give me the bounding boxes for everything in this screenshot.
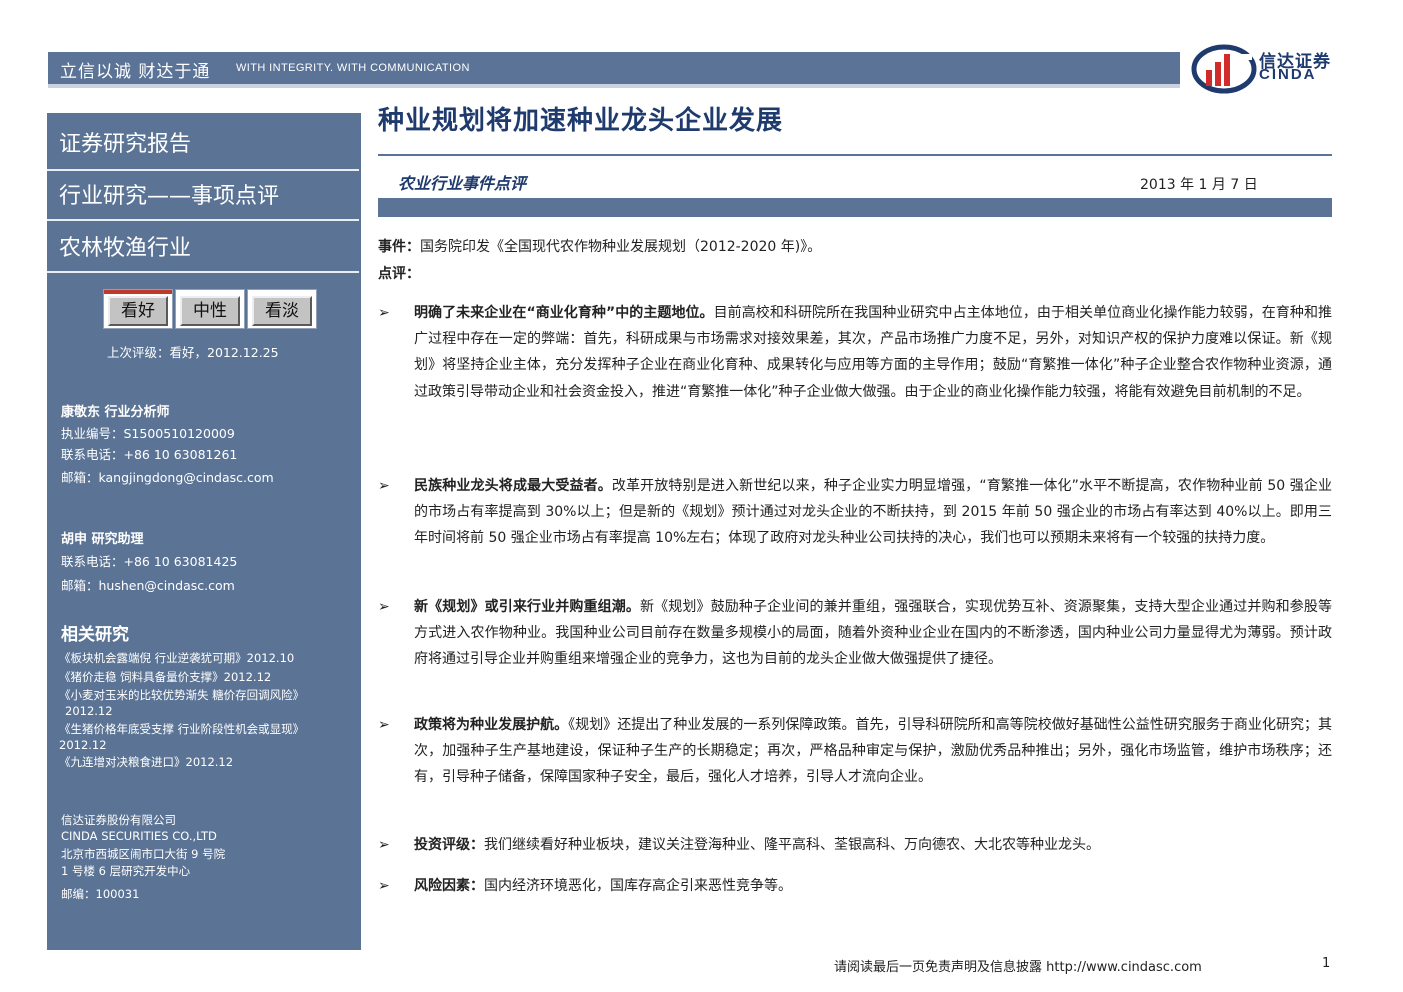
sidebar-divider bbox=[47, 271, 359, 273]
company-name-en: CINDA SECURITIES CO.,LTD bbox=[61, 829, 217, 843]
footer-disclaimer-link[interactable]: 请阅读最后一页免责声明及信息披露 http://www.cindasc.com bbox=[834, 956, 1202, 975]
rating-neutral: 中性 bbox=[175, 289, 245, 329]
top-banner bbox=[48, 52, 1180, 84]
report-date: 2013 年 1 月 7 日 bbox=[1140, 177, 1258, 193]
company-postcode: 邮编：100031 bbox=[61, 887, 140, 901]
related-research-title: 相关研究 bbox=[61, 625, 129, 645]
sidebar-heading-industry: 农林牧渔行业 bbox=[59, 236, 192, 261]
subtitle-rule bbox=[378, 198, 1332, 217]
rating-label: 看淡 bbox=[252, 296, 312, 326]
sidebar: 证券研究报告 行业研究——事项点评 农林牧渔行业 看好 中性 看淡 上次评级：看… bbox=[47, 113, 361, 950]
event-text: 国务院印发《全国现代农作物种业发展规划（2012-2020 年)》。 bbox=[420, 239, 822, 255]
bullet-text: 明确了未来企业在“商业化育种”中的主题地位。目前高校和科研院所在我国种业研究中占… bbox=[414, 300, 1332, 405]
rating-negative: 看淡 bbox=[247, 289, 317, 329]
company-name-cn: 信达证券股份有限公司 bbox=[61, 813, 176, 827]
slogan-cn: 立信以诚 财达于通 bbox=[60, 62, 211, 82]
banner-shadow bbox=[48, 84, 1180, 88]
logo-name-en: CINDA bbox=[1259, 66, 1317, 83]
analyst2-phone: 联系电话：+86 10 63081425 bbox=[61, 554, 238, 569]
sidebar-heading-report: 证券研究报告 bbox=[59, 132, 192, 157]
report-title: 种业规划将加速种业龙头企业发展 bbox=[378, 106, 784, 136]
bullet-lead: 政策将为种业发展护航。 bbox=[414, 717, 569, 733]
analyst2-name: 胡申 研究助理 bbox=[61, 532, 144, 547]
bullet-lead: 新《规划》或引来行业并购重组潮。 bbox=[414, 599, 640, 615]
bullet-lead: 明确了未来企业在“商业化育种”中的主题地位。 bbox=[414, 305, 714, 321]
sidebar-divider bbox=[47, 219, 359, 221]
bullet-lead: 民族种业龙头将成最大受益者。 bbox=[414, 478, 612, 494]
bullet-lead: 投资评级： bbox=[414, 837, 484, 853]
rating-label: 看好 bbox=[108, 296, 168, 326]
rating-selector: 看好 中性 看淡 bbox=[103, 289, 317, 333]
last-rating: 上次评级：看好，2012.12.25 bbox=[107, 345, 279, 360]
related-item-date: 2012.12 bbox=[65, 704, 113, 718]
bullet-arrow-icon: ➢ bbox=[378, 305, 390, 321]
related-item[interactable]: 《九连增对决粮食进口》2012.12 bbox=[59, 754, 233, 770]
analyst2-email[interactable]: 邮箱：hushen@cindasc.com bbox=[61, 575, 235, 594]
report-subtitle: 农业行业事件点评 bbox=[398, 174, 527, 193]
related-item[interactable]: 《板块机会露端倪 行业逆袭犹可期》2012.10 bbox=[59, 650, 294, 666]
bullet-text: 风险因素：国内经济环境恶化，国库存高企引来恶性竞争等。 bbox=[414, 873, 1332, 899]
bullet-text: 投资评级：我们继续看好种业板块，建议关注登海种业、隆平高科、荃银高科、万向德农、… bbox=[414, 832, 1332, 858]
bullet-text: 新《规划》或引来行业并购重组潮。新《规划》鼓励种子企业间的兼并重组，强强联合，实… bbox=[414, 594, 1332, 673]
sidebar-divider bbox=[47, 169, 359, 171]
related-item[interactable]: 《生猪价格年底受支撑 行业阶段性机会或显现》 bbox=[59, 721, 304, 737]
bullet-body: 国内经济环境恶化，国库存高企引来恶性竞争等。 bbox=[484, 878, 792, 894]
analyst1-name: 康敬东 行业分析师 bbox=[61, 405, 170, 420]
bullet-arrow-icon: ➢ bbox=[378, 837, 390, 853]
review-label: 点评： bbox=[378, 266, 420, 282]
selected-rating-marker bbox=[104, 290, 172, 294]
bullet-arrow-icon: ➢ bbox=[378, 478, 390, 494]
sidebar-heading-type: 行业研究——事项点评 bbox=[59, 184, 280, 209]
bullet-body: 我们继续看好种业板块，建议关注登海种业、隆平高科、荃银高科、万向德农、大北农等种… bbox=[484, 837, 1100, 853]
related-item[interactable]: 《猪价走稳 饲料具备量价支撑》2012.12 bbox=[59, 669, 271, 685]
bullet-arrow-icon: ➢ bbox=[378, 878, 390, 894]
analyst1-phone: 联系电话：+86 10 63081261 bbox=[61, 447, 238, 462]
title-rule bbox=[378, 154, 1332, 156]
rating-positive: 看好 bbox=[103, 289, 173, 329]
slogan-en: WITH INTEGRITY. WITH COMMUNICATION bbox=[236, 62, 470, 74]
bullet-lead: 风险因素： bbox=[414, 878, 484, 894]
bullet-text: 政策将为种业发展护航。《规划》还提出了种业发展的一系列保障政策。首先，引导科研院… bbox=[414, 712, 1332, 791]
event-label: 事件： bbox=[378, 239, 420, 255]
analyst1-license: 执业编号：S1500510120009 bbox=[61, 426, 235, 441]
analyst1-email[interactable]: 邮箱：kangjingdong@cindasc.com bbox=[61, 467, 274, 486]
page-number: 1 bbox=[1322, 956, 1331, 971]
related-item[interactable]: 《小麦对玉米的比较优势渐失 糖价存回调风险》 bbox=[59, 687, 304, 703]
company-address: 北京市西城区闹市口大街 9 号院 bbox=[61, 847, 226, 861]
bullet-text: 民族种业龙头将成最大受益者。改革开放特别是进入新世纪以来，种子企业实力明显增强，… bbox=[414, 473, 1332, 552]
company-address-floor: 1 号楼 6 层研究开发中心 bbox=[61, 864, 191, 878]
bullet-arrow-icon: ➢ bbox=[378, 717, 390, 733]
event-line: 事件：国务院印发《全国现代农作物种业发展规划（2012-2020 年)》。 bbox=[378, 236, 821, 256]
bullet-arrow-icon: ➢ bbox=[378, 599, 390, 615]
related-item-date: 2012.12 bbox=[59, 738, 107, 752]
rating-label: 中性 bbox=[180, 296, 240, 326]
